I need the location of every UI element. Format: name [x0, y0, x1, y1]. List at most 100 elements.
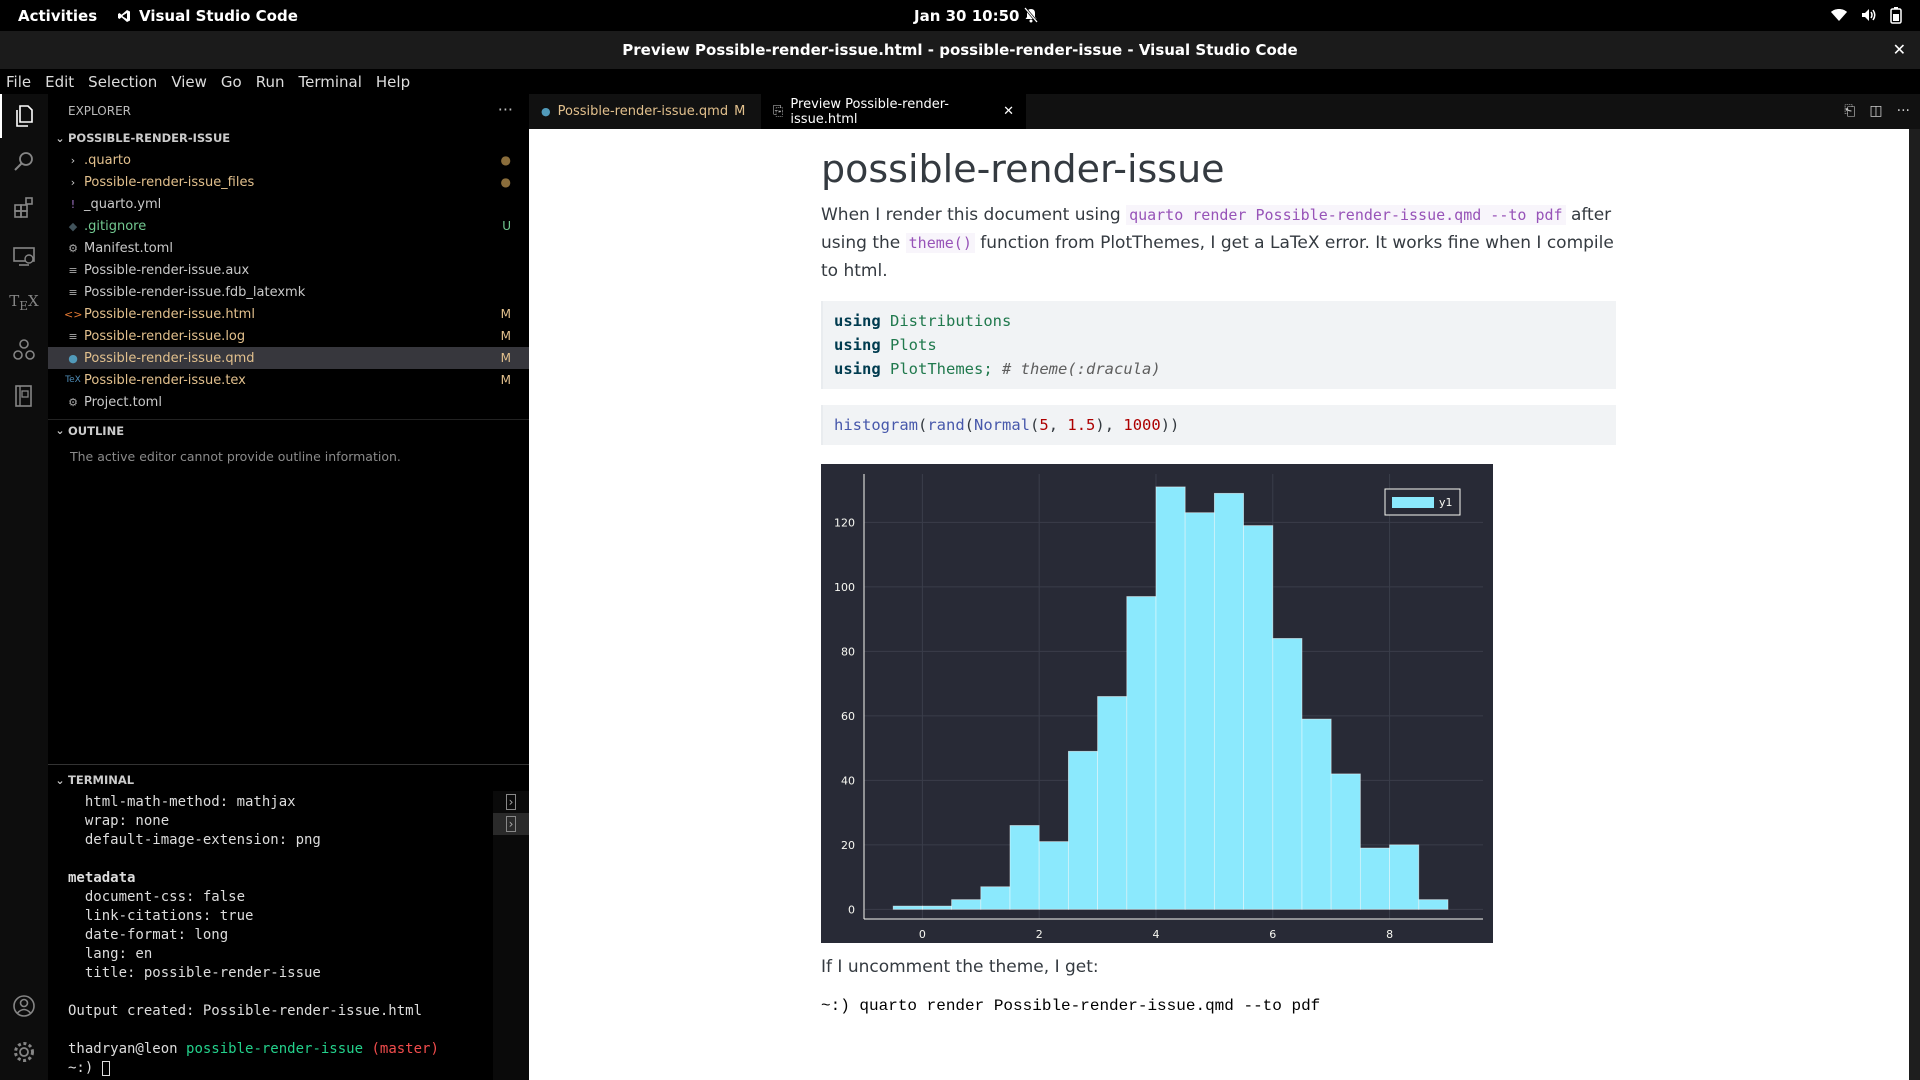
clock[interactable]: Jan 30 10:50	[914, 7, 1019, 25]
editor-actions: ⎗ ◫ ···	[1844, 103, 1910, 119]
file-tree-item[interactable]: ! _quarto.yml	[48, 193, 529, 215]
notifications-muted-icon[interactable]	[1023, 7, 1039, 27]
prompt-user: thadryan@leon	[68, 1041, 178, 1057]
menu-file[interactable]: File	[6, 73, 31, 91]
file-name: Manifest.toml	[84, 240, 173, 256]
terminal-icon: ›	[505, 816, 517, 832]
file-tree-item[interactable]: › Possible-render-issue_files ●	[48, 171, 529, 193]
x-tick-label: 4	[1152, 928, 1159, 941]
tab-qmd[interactable]: ● Possible-render-issue.qmd M	[529, 94, 761, 129]
code-number: 1.5	[1067, 416, 1096, 434]
preview-icon: ⎘	[773, 104, 784, 119]
terminal-line: html-math-method: mathjax	[68, 794, 296, 810]
outline-message: The active editor cannot provide outline…	[70, 449, 401, 464]
histogram-bar	[1330, 773, 1361, 910]
activities-button[interactable]: Activities	[18, 7, 97, 25]
histogram-bar	[1301, 718, 1332, 910]
terminal-line: date-format: long	[68, 927, 229, 943]
outline-section-header[interactable]: ⌄ OUTLINE	[48, 419, 529, 441]
terminal-line: lang: en	[68, 946, 153, 962]
html-file-icon: <>	[64, 307, 83, 321]
remote-explorer-icon[interactable]	[0, 234, 48, 278]
file-name: Possible-render-issue.log	[84, 328, 246, 344]
code-function: histogram	[834, 416, 918, 434]
file-tree-item[interactable]: › .quarto ●	[48, 149, 529, 171]
tex-icon[interactable]: TEX	[0, 280, 48, 324]
terminal-section-header[interactable]: ⌄ TERMINAL	[48, 769, 529, 791]
code-block-using[interactable]: using Distributions using Plots using Pl…	[821, 301, 1616, 389]
file-tree-item[interactable]: ⚙ Manifest.toml	[48, 237, 529, 259]
y-tick-label: 100	[834, 581, 855, 594]
file-tree-item[interactable]: ● Possible-render-issue.qmd M	[48, 347, 529, 369]
accounts-icon[interactable]	[0, 984, 48, 1028]
file-tree-item[interactable]: ≡ Possible-render-issue.fdb_latexmk	[48, 281, 529, 303]
html-preview[interactable]: possible-render-issue When I render this…	[529, 129, 1909, 1080]
histogram-bar	[980, 886, 1011, 910]
toml-file-icon: ⚙	[68, 241, 78, 255]
activity-bar: TEX	[0, 94, 48, 1080]
histogram-bar	[951, 899, 982, 910]
outline-title: OUTLINE	[68, 423, 125, 438]
terminal-icon: ›	[505, 794, 517, 810]
file-name: Possible-render-issue.fdb_latexmk	[84, 284, 306, 300]
file-tree-item[interactable]: <> Possible-render-issue.html M	[48, 303, 529, 325]
chevron-down-icon: ⌄	[55, 424, 65, 437]
folder-section-header[interactable]: ⌄ POSSIBLE-RENDER-ISSUE	[48, 127, 529, 149]
file-tree-item[interactable]: ≡ Possible-render-issue.log M	[48, 325, 529, 347]
menu-view[interactable]: View	[171, 73, 207, 91]
file-tree-item[interactable]: ⚙ Project.toml	[48, 391, 529, 413]
histogram-bar	[1155, 486, 1186, 910]
explorer-icon[interactable]	[0, 94, 48, 138]
settings-gear-icon[interactable]	[0, 1030, 48, 1074]
code-module: Plots	[890, 336, 937, 354]
histogram-bar	[1359, 847, 1390, 910]
preview-scrollbar[interactable]	[1909, 129, 1920, 1080]
window-close-icon[interactable]: ✕	[1893, 31, 1906, 69]
git-status-badge: M	[500, 329, 511, 343]
histogram-bar	[892, 905, 923, 910]
quarto-file-icon: ●	[541, 105, 551, 118]
system-tray[interactable]	[1830, 6, 1902, 24]
y-tick-label: 20	[841, 839, 855, 852]
menu-terminal[interactable]: Terminal	[299, 73, 362, 91]
file-name: Possible-render-issue.tex	[84, 372, 246, 388]
menu-selection[interactable]: Selection	[88, 73, 157, 91]
code-block-histogram[interactable]: histogram(rand(Normal(5, 1.5), 1000))	[821, 405, 1616, 445]
terminal-line: link-citations: true	[68, 908, 254, 924]
menu-help[interactable]: Help	[376, 73, 410, 91]
notebook-icon[interactable]	[0, 374, 48, 418]
app-menu[interactable]: Visual Studio Code	[117, 7, 298, 25]
more-actions-icon[interactable]: ···	[498, 100, 513, 119]
open-source-icon[interactable]: ⎗	[1844, 103, 1855, 119]
file-tree-item[interactable]: TeX Possible-render-issue.tex M	[48, 369, 529, 391]
window-titlebar: Preview Possible-render-issue.html - pos…	[0, 31, 1920, 69]
terminal-input-line[interactable]: ~:)	[68, 1059, 508, 1078]
chevron-down-icon: ⌄	[55, 773, 65, 787]
file-tree-item[interactable]: ◆ .gitignore U	[48, 215, 529, 237]
menu-edit[interactable]: Edit	[45, 73, 74, 91]
terminal-title: TERMINAL	[68, 773, 135, 787]
code-comment: # theme(:dracula)	[1002, 360, 1161, 378]
histogram-plot: 0 20 40 60 80 100 120 0 2 4 6 8 y1	[821, 464, 1493, 943]
terminal-output[interactable]: html-math-method: mathjax wrap: none def…	[68, 793, 508, 1078]
code-keyword: using	[834, 336, 881, 354]
file-tree-item[interactable]: ≡ Possible-render-issue.aux	[48, 259, 529, 281]
file-name: _quarto.yml	[84, 196, 162, 212]
tab-close-icon[interactable]: ✕	[1003, 104, 1014, 119]
julia-icon[interactable]	[0, 328, 48, 372]
menu-go[interactable]: Go	[221, 73, 242, 91]
result-paragraph: If I uncomment the theme, I get:	[821, 957, 1099, 977]
menu-run[interactable]: Run	[256, 73, 285, 91]
tab-preview[interactable]: ⎘ Preview Possible-render-issue.html ✕	[761, 94, 1026, 129]
terminal-tab-2[interactable]: ›	[493, 813, 529, 835]
terminal-line: wrap: none	[68, 813, 170, 829]
extensions-icon[interactable]	[0, 186, 48, 230]
terminal-line: title: possible-render-issue	[68, 965, 321, 981]
split-editor-icon[interactable]: ◫	[1869, 103, 1882, 119]
search-icon[interactable]	[0, 140, 48, 184]
terminal-tab-1[interactable]: ›	[493, 791, 529, 813]
menu-bar: File Edit Selection View Go Run Terminal…	[0, 69, 1920, 94]
more-actions-icon[interactable]: ···	[1897, 103, 1910, 119]
terminal-line: metadata	[68, 870, 136, 886]
